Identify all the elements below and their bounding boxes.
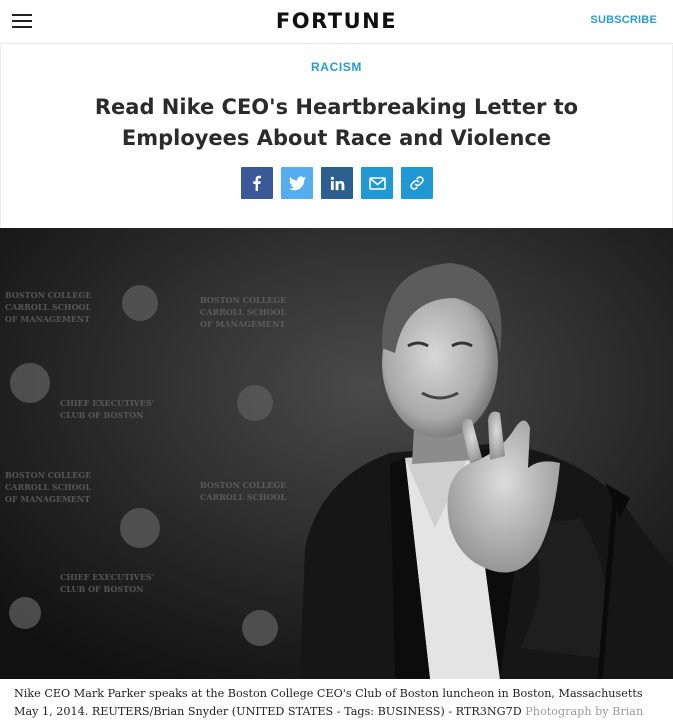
share-bar: [241, 167, 433, 199]
article-header: RACISM Read Nike CEO's Heartbreaking Let…: [0, 45, 673, 228]
fortune-logo[interactable]: FORTUNE: [0, 9, 673, 33]
backdrop-text: OF MANAGEMENT: [200, 319, 285, 329]
link-icon: [410, 176, 424, 190]
photo-caption: Nike CEO Mark Parker speaks at the Bosto…: [14, 685, 665, 723]
backdrop-text: OF MANAGEMENT: [5, 494, 90, 504]
copy-link-button[interactable]: [401, 167, 433, 199]
backdrop-text: BOSTON COLLEGE: [5, 290, 91, 300]
backdrop-text: BOSTON COLLEGE: [200, 480, 286, 490]
backdrop-text: CARROLL SCHOOL: [5, 302, 92, 312]
backdrop-text: CLUB OF BOSTON: [60, 584, 143, 594]
twitter-icon: [288, 176, 306, 190]
section-tag[interactable]: RACISM: [1, 60, 672, 74]
portrait-photo: BOSTON COLLEGE CARROLL SCHOOL OF MANAGEM…: [0, 228, 673, 679]
linkedin-icon: [330, 176, 344, 190]
linkedin-share-button[interactable]: [321, 167, 353, 199]
backdrop-text: BOSTON COLLEGE: [5, 470, 91, 480]
backdrop-text: OF MANAGEMENT: [5, 314, 90, 324]
site-header: FORTUNE SUBSCRIBE: [0, 0, 673, 44]
backdrop-text: CHIEF EXECUTIVES': [60, 572, 154, 582]
article-headline: Read Nike CEO's Heartbreaking Letter to …: [94, 95, 579, 150]
backdrop-text: CARROLL SCHOOL: [200, 492, 287, 502]
backdrop-text: CARROLL SCHOOL: [5, 482, 92, 492]
twitter-share-button[interactable]: [281, 167, 313, 199]
facebook-share-button[interactable]: [241, 167, 273, 199]
backdrop-text: BOSTON COLLEGE: [200, 295, 286, 305]
backdrop-text: CLUB OF BOSTON: [60, 410, 143, 420]
subscribe-link[interactable]: SUBSCRIBE: [590, 14, 657, 26]
email-share-button[interactable]: [361, 167, 393, 199]
backdrop-text: CHIEF EXECUTIVES': [60, 398, 154, 408]
facebook-icon: [253, 175, 261, 191]
email-icon: [368, 176, 386, 190]
backdrop-text: CARROLL SCHOOL: [200, 307, 287, 317]
article-photo: BOSTON COLLEGE CARROLL SCHOOL OF MANAGEM…: [0, 228, 673, 679]
